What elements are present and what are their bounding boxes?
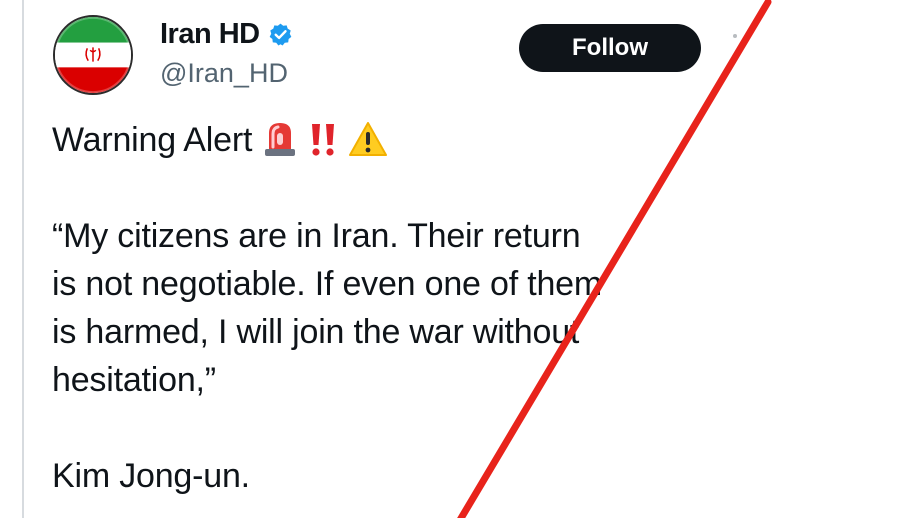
author-display-name[interactable]: Iran HD — [160, 18, 293, 51]
left-border-rule — [22, 0, 24, 518]
quote-attribution: Kim Jong-un. — [52, 457, 250, 495]
tweet-headline: Warning Alert — [52, 121, 253, 159]
double-exclamation-icon — [312, 124, 335, 156]
avatar[interactable] — [53, 15, 133, 95]
author-handle[interactable]: @Iran_HD — [160, 58, 288, 89]
follow-button[interactable]: Follow — [519, 24, 701, 72]
warning-sign-icon — [349, 122, 388, 156]
quote-line: “My citizens are in Iran. Their return — [52, 217, 581, 255]
more-options-icon[interactable] — [733, 34, 737, 38]
iran-flag-icon — [55, 17, 131, 93]
siren-icon — [265, 123, 296, 156]
verified-badge-icon — [269, 23, 291, 46]
author-name-text[interactable]: Iran HD — [160, 18, 260, 51]
quote-line: is harmed, I will join the war without — [52, 313, 580, 351]
tweet-headline-line: Warning Alert — [52, 116, 712, 164]
tweet-text: Warning Alert “My citizens are in Iran. … — [52, 116, 712, 500]
quote-line: is not negotiable. If even one of them — [52, 265, 602, 303]
quote-line: hesitation,” — [52, 361, 216, 399]
